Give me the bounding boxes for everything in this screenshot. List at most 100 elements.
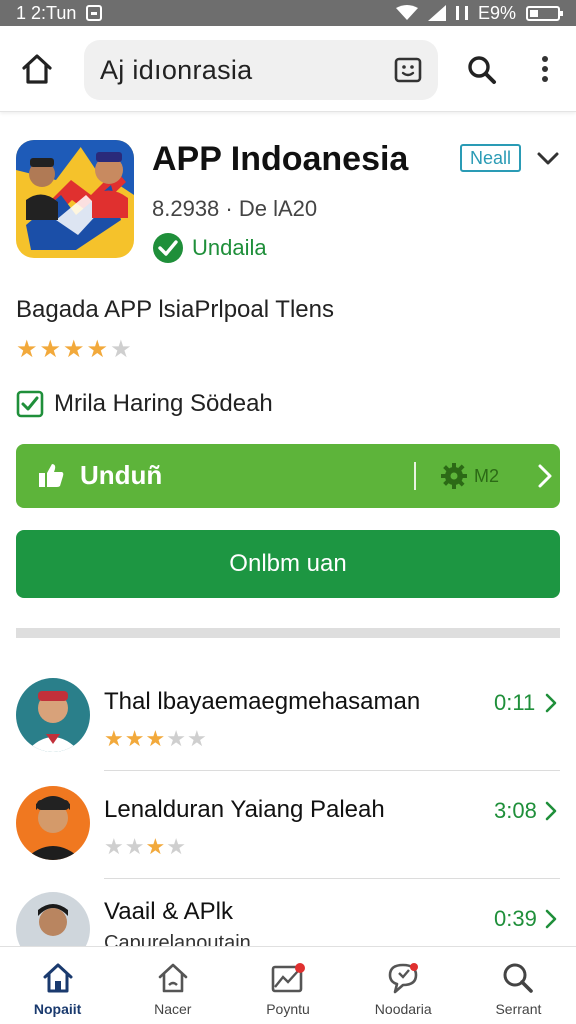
- vibrate-icon: [455, 6, 468, 20]
- chevron-down-icon: [537, 152, 559, 165]
- nav-label: Serrant: [495, 1001, 542, 1017]
- scan-button[interactable]: [392, 54, 424, 86]
- wifi-icon: [395, 5, 418, 20]
- home-icon: [39, 959, 77, 997]
- checkbox[interactable]: [16, 390, 44, 418]
- review-rating: ★ ★ ★ ★: [104, 836, 186, 858]
- notification-icon: [86, 5, 103, 21]
- review-subtitle: Capurelanoutain: [104, 932, 251, 946]
- star-icon: ★: [186, 726, 207, 751]
- nav-item-noodaria[interactable]: Noodaria: [346, 947, 461, 1024]
- verified-row: Undaila: [152, 232, 267, 264]
- home-button[interactable]: [18, 50, 56, 88]
- battery-percent: E9%: [477, 2, 516, 23]
- download-size: M2: [474, 466, 500, 486]
- expand-button[interactable]: [534, 144, 562, 172]
- more-vert-icon-dot: [542, 76, 548, 82]
- status-right: E9%: [395, 2, 563, 24]
- more-vert-icon-dot: [542, 66, 548, 72]
- search-icon: [499, 959, 537, 997]
- app-meta: 8.2938 · De lA20: [152, 196, 318, 221]
- avatar: [16, 786, 90, 860]
- review-duration: 3:08: [494, 798, 537, 823]
- star-icon: ★: [145, 834, 166, 859]
- top-app-bar: Aj idıonrasia: [0, 26, 576, 112]
- new-badge: Neall: [460, 144, 522, 172]
- nav-label: Noodaria: [374, 1001, 432, 1017]
- chevron-right-icon: [538, 464, 552, 488]
- app-logo-icon: [16, 140, 134, 258]
- thumbs-up-icon: [39, 464, 64, 487]
- nav-label: Poyntu: [266, 1001, 310, 1017]
- app-subtitle: Bagada APP lsiaPrlpoal Tlens: [16, 296, 334, 323]
- chevron-right-icon: [545, 693, 557, 713]
- list-item[interactable]: Vaail & APlk Capurelanoutain 0:39: [0, 882, 576, 946]
- search-icon: [468, 56, 496, 84]
- nav-item-home[interactable]: Nopaiit: [0, 947, 115, 1024]
- app-title: APP Indoanesia: [152, 140, 409, 178]
- review-title: Thal lbayaemaegmehasaman: [104, 688, 421, 715]
- review-duration: 0:39: [494, 906, 537, 931]
- star-icon: ★: [86, 336, 109, 363]
- list-separator: [104, 770, 560, 771]
- option-checkbox-row[interactable]: Mrila Haring Södeah: [16, 390, 273, 418]
- review-title: Vaail & APlk: [104, 898, 233, 925]
- mail-icon: [269, 959, 307, 997]
- list-separator: [104, 878, 560, 879]
- status-bar: 1 2:Tun E9%: [0, 0, 576, 26]
- review-rating: ★ ★ ★ ★ ★: [104, 728, 207, 750]
- check-circle-icon: [153, 233, 183, 263]
- star-icon: ★: [166, 726, 186, 751]
- nav-item-search[interactable]: Serrant: [461, 947, 576, 1024]
- star-icon: ★: [104, 834, 124, 859]
- app-icon: [16, 140, 134, 258]
- star-icon: ★: [104, 726, 124, 751]
- download-button[interactable]: Unduñ M2: [16, 444, 560, 508]
- open-label: Onlbm uan: [229, 550, 347, 577]
- list-item[interactable]: Thal lbayaemaegmehasaman ★ ★ ★ ★ ★ 0:11: [0, 660, 576, 771]
- nav-label: Nopaiit: [33, 1001, 82, 1017]
- list-item[interactable]: Lenalduran Yaiang Paleah ★ ★ ★ ★ 3:08: [0, 774, 576, 882]
- more-options-button[interactable]: [532, 50, 558, 88]
- avatar: [16, 678, 90, 752]
- chevron-right-icon: [545, 801, 557, 821]
- checkbox-label: Mrila Haring Södeah: [54, 390, 273, 417]
- download-label: Unduñ: [80, 460, 163, 490]
- status-left: 1 2:Tun: [16, 2, 103, 24]
- nav-label: Nacer: [154, 1001, 192, 1017]
- more-vert-icon-dot: [542, 56, 548, 62]
- star-icon: ★: [110, 336, 132, 363]
- checkbox-checked-icon: [16, 390, 44, 418]
- search-query: Aj idıonrasia: [100, 54, 253, 85]
- star-icon: ★: [145, 726, 166, 751]
- scan-icon: [394, 57, 422, 83]
- nav-item-nacer[interactable]: Nacer: [115, 947, 230, 1024]
- star-icon: ★: [16, 336, 38, 363]
- star-icon: ★: [124, 726, 145, 751]
- review-duration: 0:11: [494, 690, 536, 715]
- open-button[interactable]: Onlbm uan: [16, 530, 560, 598]
- app-header: APP Indoanesia Neall 8.2938 · De lA20 Un…: [0, 112, 576, 282]
- status-time: 1 2:Tun: [16, 2, 77, 23]
- home-icon: [22, 54, 52, 84]
- home-outline-icon: [154, 959, 192, 997]
- download-divider: [414, 462, 416, 490]
- review-title: Lenalduran Yaiang Paleah: [104, 796, 385, 823]
- nav-item-poyntu[interactable]: Poyntu: [230, 947, 345, 1024]
- star-icon: ★: [124, 834, 145, 859]
- chat-icon: [384, 959, 422, 997]
- gear-icon: [441, 463, 467, 489]
- battery-icon: [526, 5, 563, 21]
- avatar: [16, 892, 90, 946]
- chevron-right-icon: [545, 909, 557, 929]
- verified-label: Undaila: [192, 235, 267, 260]
- section-divider: [16, 628, 560, 638]
- star-icon: ★: [39, 336, 62, 363]
- star-icon: ★: [166, 834, 186, 859]
- app-rating: ★ ★ ★ ★ ★: [16, 338, 132, 362]
- signal-icon: [427, 5, 446, 21]
- bottom-navigation: Nopaiit Nacer Poyntu Noodaria Serrant: [0, 946, 576, 1024]
- search-button[interactable]: [464, 52, 500, 88]
- search-field[interactable]: Aj idıonrasia: [84, 40, 438, 100]
- star-icon: ★: [63, 336, 85, 363]
